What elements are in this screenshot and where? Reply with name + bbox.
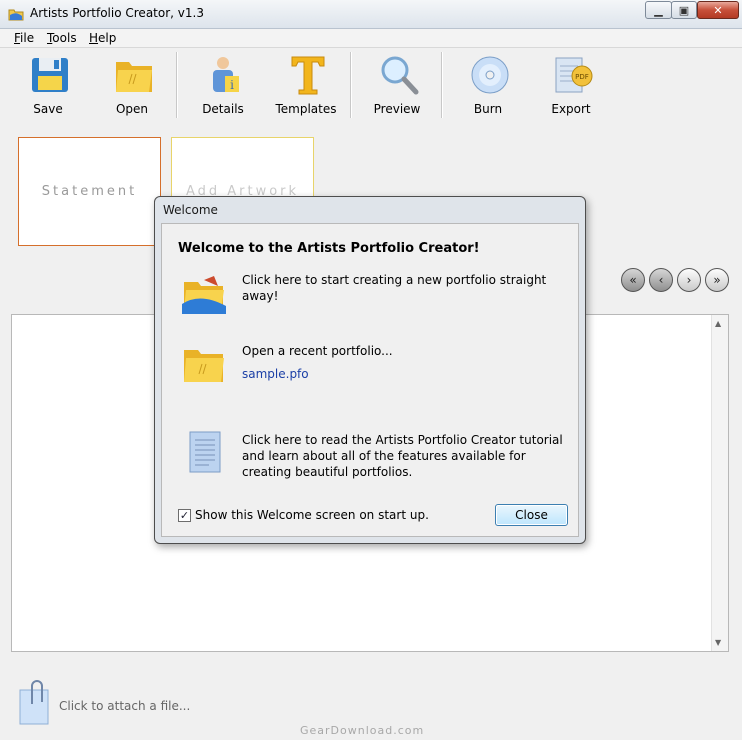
preview-button[interactable]: Preview bbox=[360, 52, 434, 120]
chevron-left-icon: ‹ bbox=[658, 273, 664, 287]
tutorial-document-icon[interactable] bbox=[180, 430, 228, 474]
folder-icon bbox=[116, 62, 152, 92]
scroll-down-arrow-icon[interactable]: ▼ bbox=[715, 638, 721, 647]
attach-file-link[interactable]: Click to attach a file... bbox=[59, 699, 190, 713]
checkmark-icon: ✓ bbox=[179, 509, 190, 522]
burn-button[interactable]: Burn bbox=[451, 52, 525, 120]
menu-help-label: elp bbox=[98, 31, 117, 45]
app-folder-icon bbox=[8, 9, 24, 21]
tutorial-link[interactable]: Click here to read the Artists Portfolio… bbox=[242, 432, 572, 480]
open-recent-label: Open a recent portfolio... bbox=[242, 344, 393, 358]
svg-text:i: i bbox=[230, 78, 234, 92]
window-title: Artists Portfolio Creator, v1.3 bbox=[30, 6, 204, 20]
details-label: Details bbox=[202, 102, 244, 116]
double-chevron-left-icon: « bbox=[629, 273, 637, 287]
slide-statement[interactable]: Statement bbox=[18, 137, 161, 246]
export-label: Export bbox=[551, 102, 591, 116]
export-button[interactable]: PDF Export bbox=[534, 52, 608, 120]
pdf-export-icon: PDF bbox=[555, 57, 593, 93]
show-on-startup-checkbox[interactable]: ✓ bbox=[178, 509, 191, 522]
dialog-title: Welcome bbox=[163, 203, 218, 217]
toolbar: Save Open i Details Templates Preview Bu… bbox=[0, 48, 742, 124]
app-window: Artists Portfolio Creator, v1.3 ▁ ▣ ✕ Fi… bbox=[0, 0, 742, 740]
welcome-heading: Welcome to the Artists Portfolio Creator… bbox=[178, 241, 480, 256]
toolbar-separator bbox=[350, 52, 352, 118]
magnifier-icon bbox=[381, 56, 419, 95]
menu-file-label: ile bbox=[20, 31, 35, 45]
toolbar-separator bbox=[441, 52, 443, 118]
new-portfolio-icon[interactable] bbox=[180, 274, 228, 318]
paperclip-document-icon[interactable] bbox=[18, 680, 52, 726]
nav-prev-button[interactable]: ‹ bbox=[649, 268, 673, 292]
open-label: Open bbox=[115, 102, 149, 116]
templates-label: Templates bbox=[275, 102, 337, 116]
user-info-icon: i bbox=[213, 57, 239, 92]
vertical-scrollbar[interactable]: ▲ ▼ bbox=[711, 315, 728, 651]
save-button[interactable]: Save bbox=[11, 52, 85, 120]
close-button-label: Close bbox=[515, 508, 548, 522]
cd-disc-icon bbox=[471, 56, 509, 94]
save-label: Save bbox=[33, 102, 63, 116]
nav-first-button[interactable]: « bbox=[621, 268, 645, 292]
close-icon: ✕ bbox=[713, 3, 723, 17]
recent-folder-icon bbox=[184, 350, 224, 382]
show-on-startup-label[interactable]: Show this Welcome screen on start up. bbox=[195, 508, 429, 522]
open-button[interactable]: Open bbox=[95, 52, 169, 120]
double-chevron-right-icon: » bbox=[713, 273, 721, 287]
floppy-disk-icon bbox=[32, 58, 68, 92]
close-button[interactable]: Close bbox=[495, 504, 568, 526]
slide-statement-label: Statement bbox=[41, 184, 138, 199]
chevron-right-icon: › bbox=[686, 273, 692, 287]
maximize-button[interactable]: ▣ bbox=[671, 1, 697, 19]
close-window-button[interactable]: ✕ bbox=[697, 1, 739, 19]
text-template-icon bbox=[291, 56, 325, 95]
menu-help-mnemonic: H bbox=[89, 31, 99, 45]
nav-last-button[interactable]: » bbox=[705, 268, 729, 292]
welcome-dialog: Welcome Welcome to the Artists Portfolio… bbox=[154, 196, 586, 544]
minimize-icon: ▁ bbox=[654, 3, 663, 17]
watermark-text: GearDownload.com bbox=[300, 724, 425, 737]
details-button[interactable]: i Details bbox=[186, 52, 260, 120]
maximize-icon: ▣ bbox=[678, 3, 690, 17]
menu-help[interactable]: Help bbox=[89, 31, 116, 45]
pdf-badge-text: PDF bbox=[575, 73, 589, 81]
menu-file[interactable]: File bbox=[14, 31, 34, 45]
burn-label: Burn bbox=[473, 102, 503, 116]
recent-file-link[interactable]: sample.pfo bbox=[242, 366, 572, 382]
preview-label: Preview bbox=[373, 102, 421, 116]
dialog-body: Welcome to the Artists Portfolio Creator… bbox=[161, 223, 579, 537]
toolbar-separator bbox=[176, 52, 178, 118]
minimize-button[interactable]: ▁ bbox=[645, 1, 672, 19]
menu-tools[interactable]: Tools bbox=[47, 31, 77, 45]
templates-button[interactable]: Templates bbox=[269, 52, 343, 120]
new-portfolio-link[interactable]: Click here to start creating a new portf… bbox=[242, 272, 572, 304]
title-bar[interactable]: Artists Portfolio Creator, v1.3 ▁ ▣ ✕ bbox=[0, 0, 742, 29]
menu-bar: File Tools Help bbox=[0, 29, 742, 48]
scroll-up-arrow-icon[interactable]: ▲ bbox=[715, 319, 721, 328]
nav-next-button[interactable]: › bbox=[677, 268, 701, 292]
menu-tools-label: ools bbox=[52, 31, 77, 45]
